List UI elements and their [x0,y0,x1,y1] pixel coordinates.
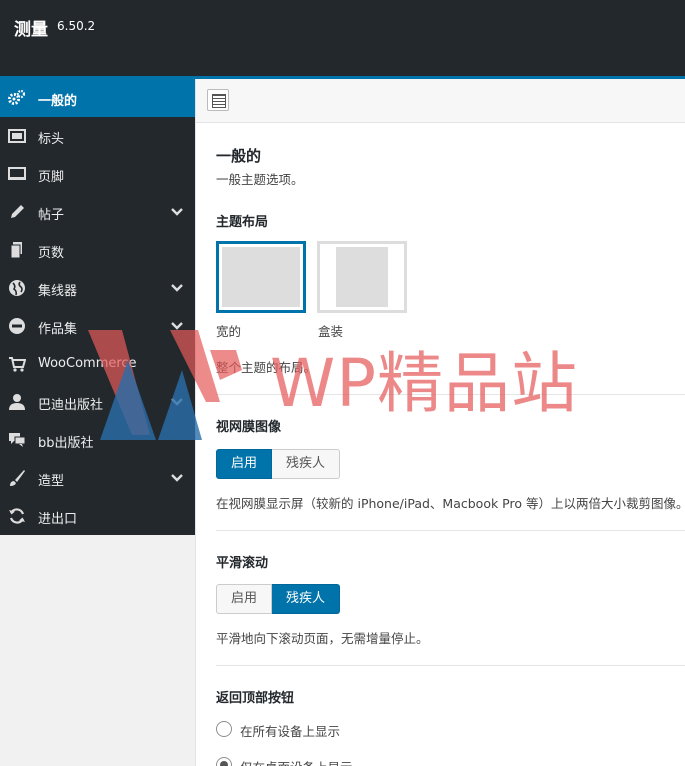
sidebar-item-label: 页脚 [38,170,65,185]
sidebar-item-styling[interactable]: 造型 [0,459,195,497]
sidebar-item-label: 一般的 [38,94,78,109]
brush-icon [8,469,26,487]
layout-option-boxed[interactable] [317,241,407,313]
sidebar-item-label: 标头 [38,132,65,147]
layout-option-wide[interactable] [216,241,306,313]
boxed-preview [336,247,388,307]
comments-icon [8,431,26,449]
smooth-scroll-toggle: 启用 残疾人 [216,584,341,614]
watermark-text: WP精品站 [270,345,579,422]
app-title: 测量 [14,20,48,40]
sidebar-item-label: 页数 [38,246,65,261]
divider [216,530,685,531]
radio-all-devices[interactable] [216,721,232,737]
watermark-logo-icon [88,330,242,440]
back-to-top-label: 返回顶部按钮 [216,691,295,706]
user-icon [8,393,26,411]
sidebar-item-label: 造型 [38,474,65,489]
pencil-icon [8,203,26,221]
divider [216,665,685,666]
chevron-down-icon[interactable] [170,471,184,485]
top-bar: 测量 6.50.2 [0,0,685,76]
wide-preview [222,247,300,307]
sidebar-item-general[interactable]: 一般的 [0,79,195,117]
chevron-down-icon[interactable] [170,205,184,219]
retina-enable-button[interactable]: 启用 [216,449,273,479]
retina-description: 在视网膜显示屏（较新的 iPhone/iPad、Macbook Pro 等）上以… [216,496,685,511]
sidebar-item-label: 集线器 [38,284,78,299]
radio-all-devices-label: 在所有设备上显示 [240,724,341,739]
sidebar-item-posts[interactable]: 帖子 [0,193,195,231]
footer-icon [8,165,26,183]
sidebar-item-footer[interactable]: 页脚 [0,155,195,193]
smooth-scroll-description: 平滑地向下滚动页面，无需增量停止。 [216,631,429,646]
cart-icon [8,355,26,373]
expand-toggle-button[interactable] [207,89,229,111]
sidebar-item-import-export[interactable]: 进出口 [0,497,195,535]
smooth-scroll-label: 平滑滚动 [216,556,269,571]
radio-desktop-only[interactable] [216,757,232,766]
gears-icon [8,89,26,107]
sidebar: 一般的 标头 页脚 帖子 页数 集线器 作品集 WooCommerce 巴迪出版… [0,79,195,535]
portfolio-icon [8,317,26,335]
app-version: 6.50.2 [57,19,96,33]
radio-desktop-only-label: 仅在桌面设备上显示 [240,757,353,766]
panel-toolbar [196,79,685,123]
section-description: 一般主题选项。 [216,172,304,187]
retina-disable-button[interactable]: 残疾人 [272,449,341,479]
globe-icon [8,279,26,297]
sidebar-item-header[interactable]: 标头 [0,117,195,155]
sidebar-item-hub[interactable]: 集线器 [0,269,195,307]
retina-toggle: 启用 残疾人 [216,449,341,479]
section-title: 一般的 [216,147,262,165]
sidebar-item-label: 帖子 [38,208,65,223]
chevron-down-icon[interactable] [170,281,184,295]
header-icon [8,127,26,145]
smooth-enable-button[interactable]: 启用 [216,584,273,614]
sidebar-item-label: 进出口 [38,512,78,527]
smooth-disable-button[interactable]: 残疾人 [272,584,341,614]
layout-label: 主题布局 [216,215,269,230]
refresh-icon [8,507,26,525]
pages-icon [8,241,26,259]
sidebar-item-pages[interactable]: 页数 [0,231,195,269]
